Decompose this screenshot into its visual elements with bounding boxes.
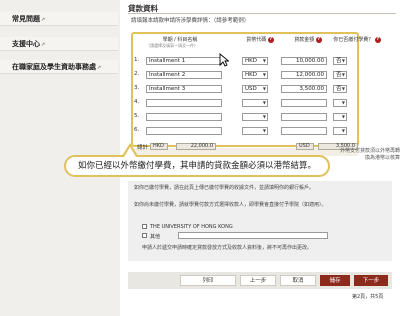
currency-select[interactable]: USD ▼: [242, 85, 268, 93]
currency-select[interactable]: ▼: [242, 99, 268, 107]
sidebar-item-faq[interactable]: 常見問題↗: [0, 12, 118, 26]
header-item-subtext: （請選擇及填寫一項及一件）: [146, 43, 198, 48]
paid-select[interactable]: ▼: [333, 127, 347, 135]
chevron-down-icon: ▼: [341, 114, 345, 119]
paid-select[interactable]: 否 ▼: [333, 57, 347, 65]
currency-tooltip: 如你已經以外幣繳付學費，其申請的貸款金額必須以港幣結算。: [64, 155, 330, 177]
sidebar-item-label: 常見問題: [12, 15, 40, 23]
paid-select[interactable]: 否 ▼: [333, 71, 347, 79]
header-paid: 你已否繳付學費？ ?: [333, 36, 381, 43]
row-number: 6.: [134, 127, 140, 133]
chevron-down-icon: ▼: [262, 72, 266, 77]
total-hkd-value: 22,000.0: [176, 143, 216, 150]
external-link-icon: ↗: [41, 17, 46, 23]
save-button[interactable]: 儲存: [320, 275, 350, 286]
item-name-input[interactable]: [146, 113, 222, 121]
back-button[interactable]: 上一步: [240, 275, 276, 286]
row-number: 3.: [134, 85, 140, 91]
amount-input[interactable]: [281, 127, 327, 135]
amount-input[interactable]: 3,500.00: [281, 85, 327, 93]
chevron-down-icon: ▼: [262, 114, 266, 119]
help-icon[interactable]: ?: [315, 36, 322, 43]
paid-select[interactable]: ▼: [333, 99, 347, 107]
row-number: 4.: [134, 99, 140, 105]
item-name-input[interactable]: [146, 127, 222, 135]
cancel-button[interactable]: 取消: [280, 275, 316, 286]
chevron-down-icon: ▼: [341, 100, 345, 105]
payee-other-input[interactable]: [178, 232, 328, 239]
external-link-icon: ↗: [41, 42, 46, 48]
chevron-down-icon: ▼: [341, 72, 345, 77]
chevron-down-icon: ▼: [341, 128, 345, 133]
external-link-icon: ↗: [97, 65, 102, 71]
section-instruction: 請填報本請款申請所涉學費詳情：（請參考範例）: [131, 18, 250, 24]
currency-select[interactable]: HKD ▼: [242, 71, 268, 79]
chevron-down-icon: ▼: [262, 128, 266, 133]
payee-option-hku-label: THE UNIVERSITY OF HONG KONG: [150, 224, 233, 230]
currency-select[interactable]: ▼: [242, 113, 268, 121]
paid-select[interactable]: ▼: [333, 113, 347, 121]
amount-input[interactable]: 12,000.00: [281, 71, 327, 79]
currency-select[interactable]: HKD ▼: [242, 57, 268, 65]
page-indicator: 第2頁，共5頁: [352, 294, 384, 300]
chevron-down-icon: ▼: [341, 58, 345, 63]
amount-input[interactable]: [281, 99, 327, 107]
item-name-input[interactable]: [146, 99, 222, 107]
amount-input[interactable]: [281, 113, 327, 121]
paid-select[interactable]: 否 ▼: [333, 85, 347, 93]
header-amount: 貸款金額 ?: [294, 36, 322, 43]
payee-option-hku-checkbox[interactable]: [142, 224, 147, 229]
side-note: 外幣支付貸款須以外幣再轉換為港幣以核算: [339, 148, 400, 161]
header-item-name: 學期 / 科目名稱: [162, 37, 198, 43]
total-hkd-code: HKD: [150, 143, 168, 150]
mouse-cursor-icon: [219, 53, 229, 67]
sidebar-item-wfsfaa[interactable]: 在職家庭及學生資助事務處↗: [0, 60, 118, 74]
payee-paragraph-1: 如你已繳付學費，請在此頁上傳已繳付學費的收據文件，並請填明你的銀行帳戶。: [134, 185, 315, 191]
chevron-down-icon: ▼: [262, 86, 266, 91]
total-usd-code: USD: [296, 143, 314, 150]
row-number: 5.: [134, 113, 140, 119]
help-icon[interactable]: ?: [374, 36, 381, 43]
help-icon[interactable]: ?: [267, 36, 274, 43]
print-button[interactable]: 列印: [180, 275, 236, 286]
chevron-down-icon: ▼: [341, 86, 345, 91]
header-currency: 貨幣代碼 ?: [246, 36, 274, 43]
chevron-down-icon: ▼: [262, 100, 266, 105]
item-name-input[interactable]: Installment 1: [146, 57, 222, 65]
chevron-down-icon: ▼: [262, 58, 266, 63]
currency-select[interactable]: ▼: [242, 127, 268, 135]
row-number: 1.: [134, 57, 140, 63]
sidebar-item-label: 支援中心: [12, 40, 40, 48]
payee-option-other-label: 其他: [150, 234, 161, 240]
sidebar-item-label: 在職家庭及學生資助事務處: [12, 63, 96, 71]
next-button[interactable]: 下一步: [354, 275, 388, 286]
payee-paragraph-2: 如你尚未繳付學費，請就學費付款方式選擇收款人，即學費會直接付予學院（如適用）。: [134, 202, 327, 208]
payee-option-other-checkbox[interactable]: [142, 233, 147, 238]
sidebar-item-support[interactable]: 支援中心↗: [0, 37, 118, 51]
total-label: 總計: [137, 145, 149, 151]
item-name-input[interactable]: Installment 3: [146, 85, 222, 93]
section-divider: [128, 13, 396, 14]
tooltip-tail-inner: [124, 147, 136, 157]
row-number: 2.: [134, 71, 140, 77]
payee-note: 申請人於遞交申請時確定貸款發放方式及收款人資料後，將不可再作出更改。: [142, 245, 313, 251]
amount-input[interactable]: 10,000.00: [281, 57, 327, 65]
item-name-input[interactable]: Installment 2: [146, 71, 222, 79]
